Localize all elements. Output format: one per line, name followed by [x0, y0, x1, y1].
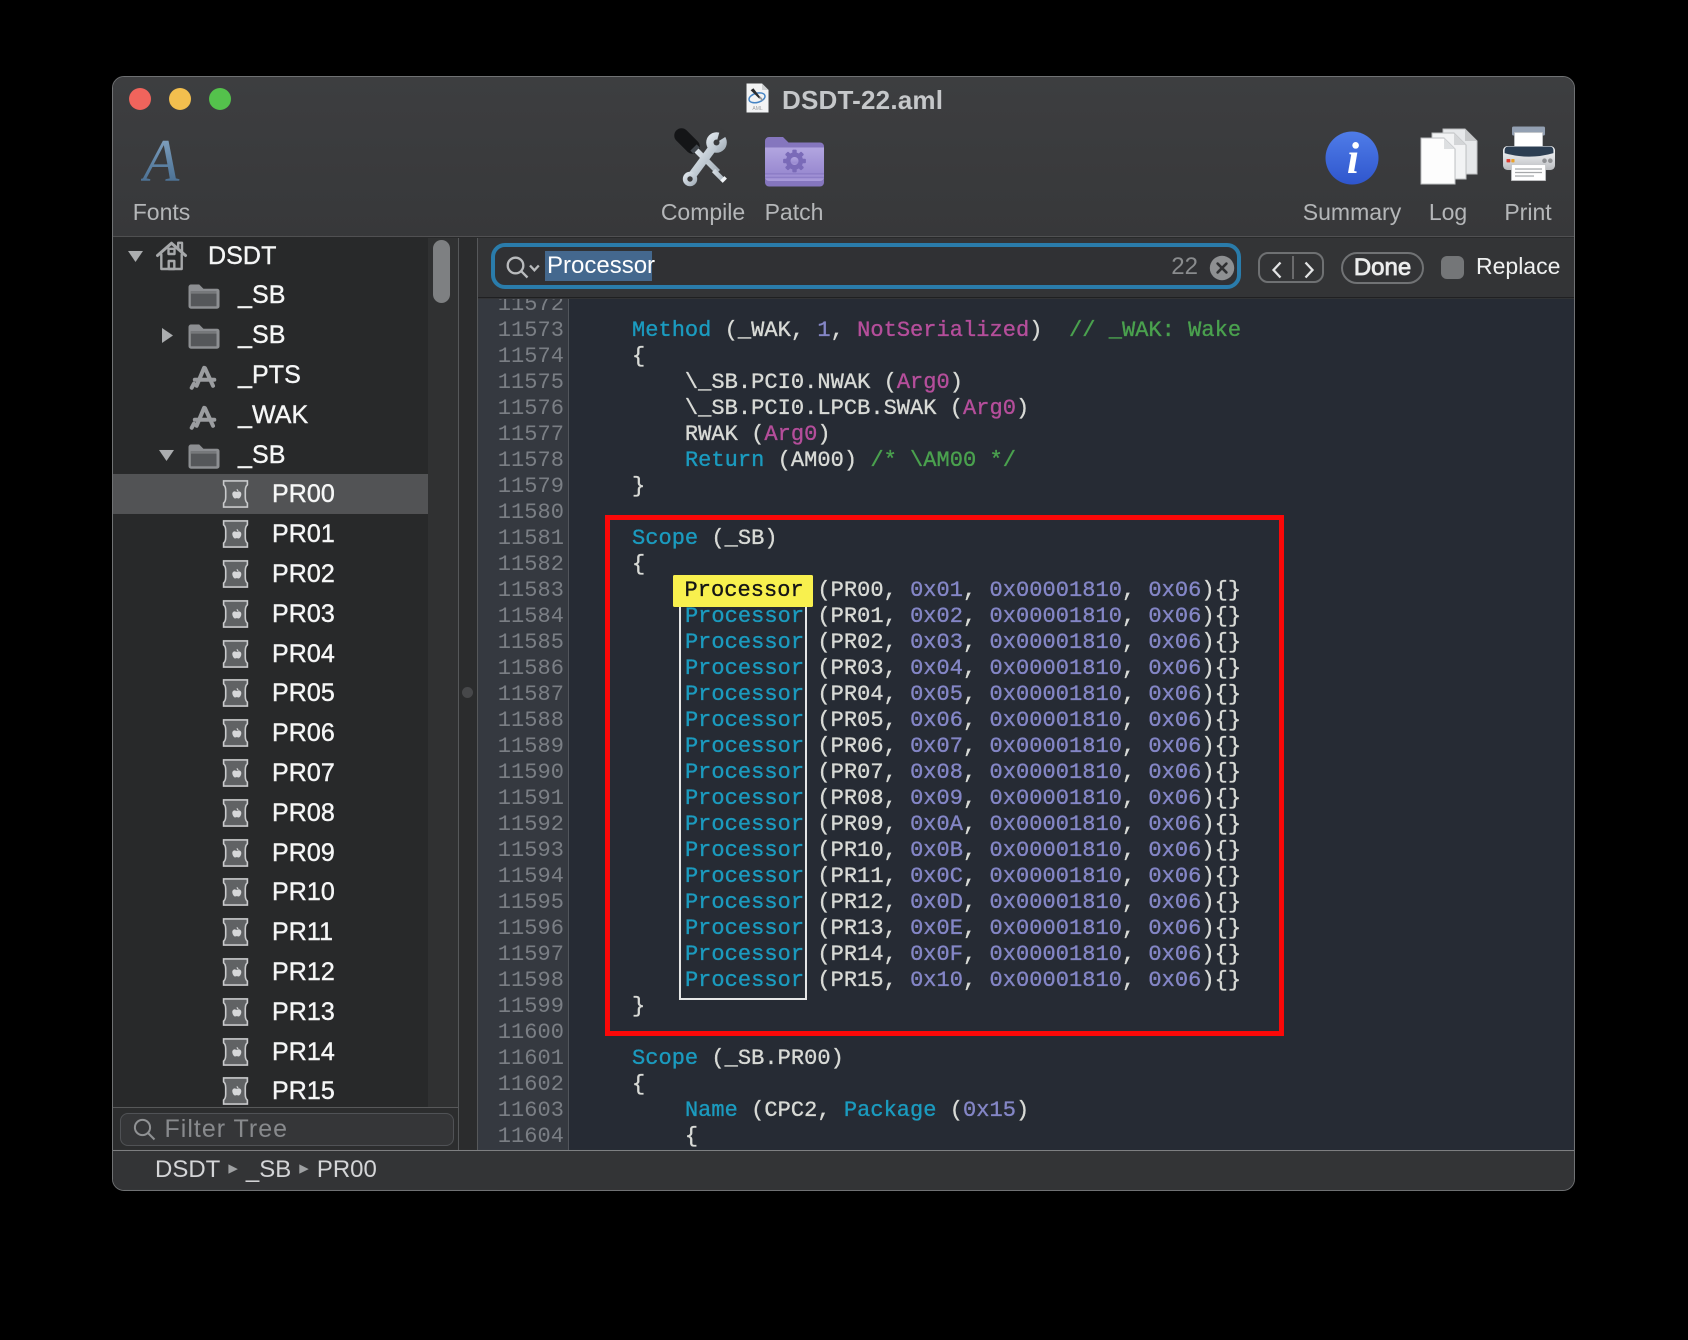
svg-text:A: A — [141, 137, 180, 187]
svg-text:AML: AML — [752, 106, 763, 112]
svg-text:i: i — [1347, 134, 1360, 183]
